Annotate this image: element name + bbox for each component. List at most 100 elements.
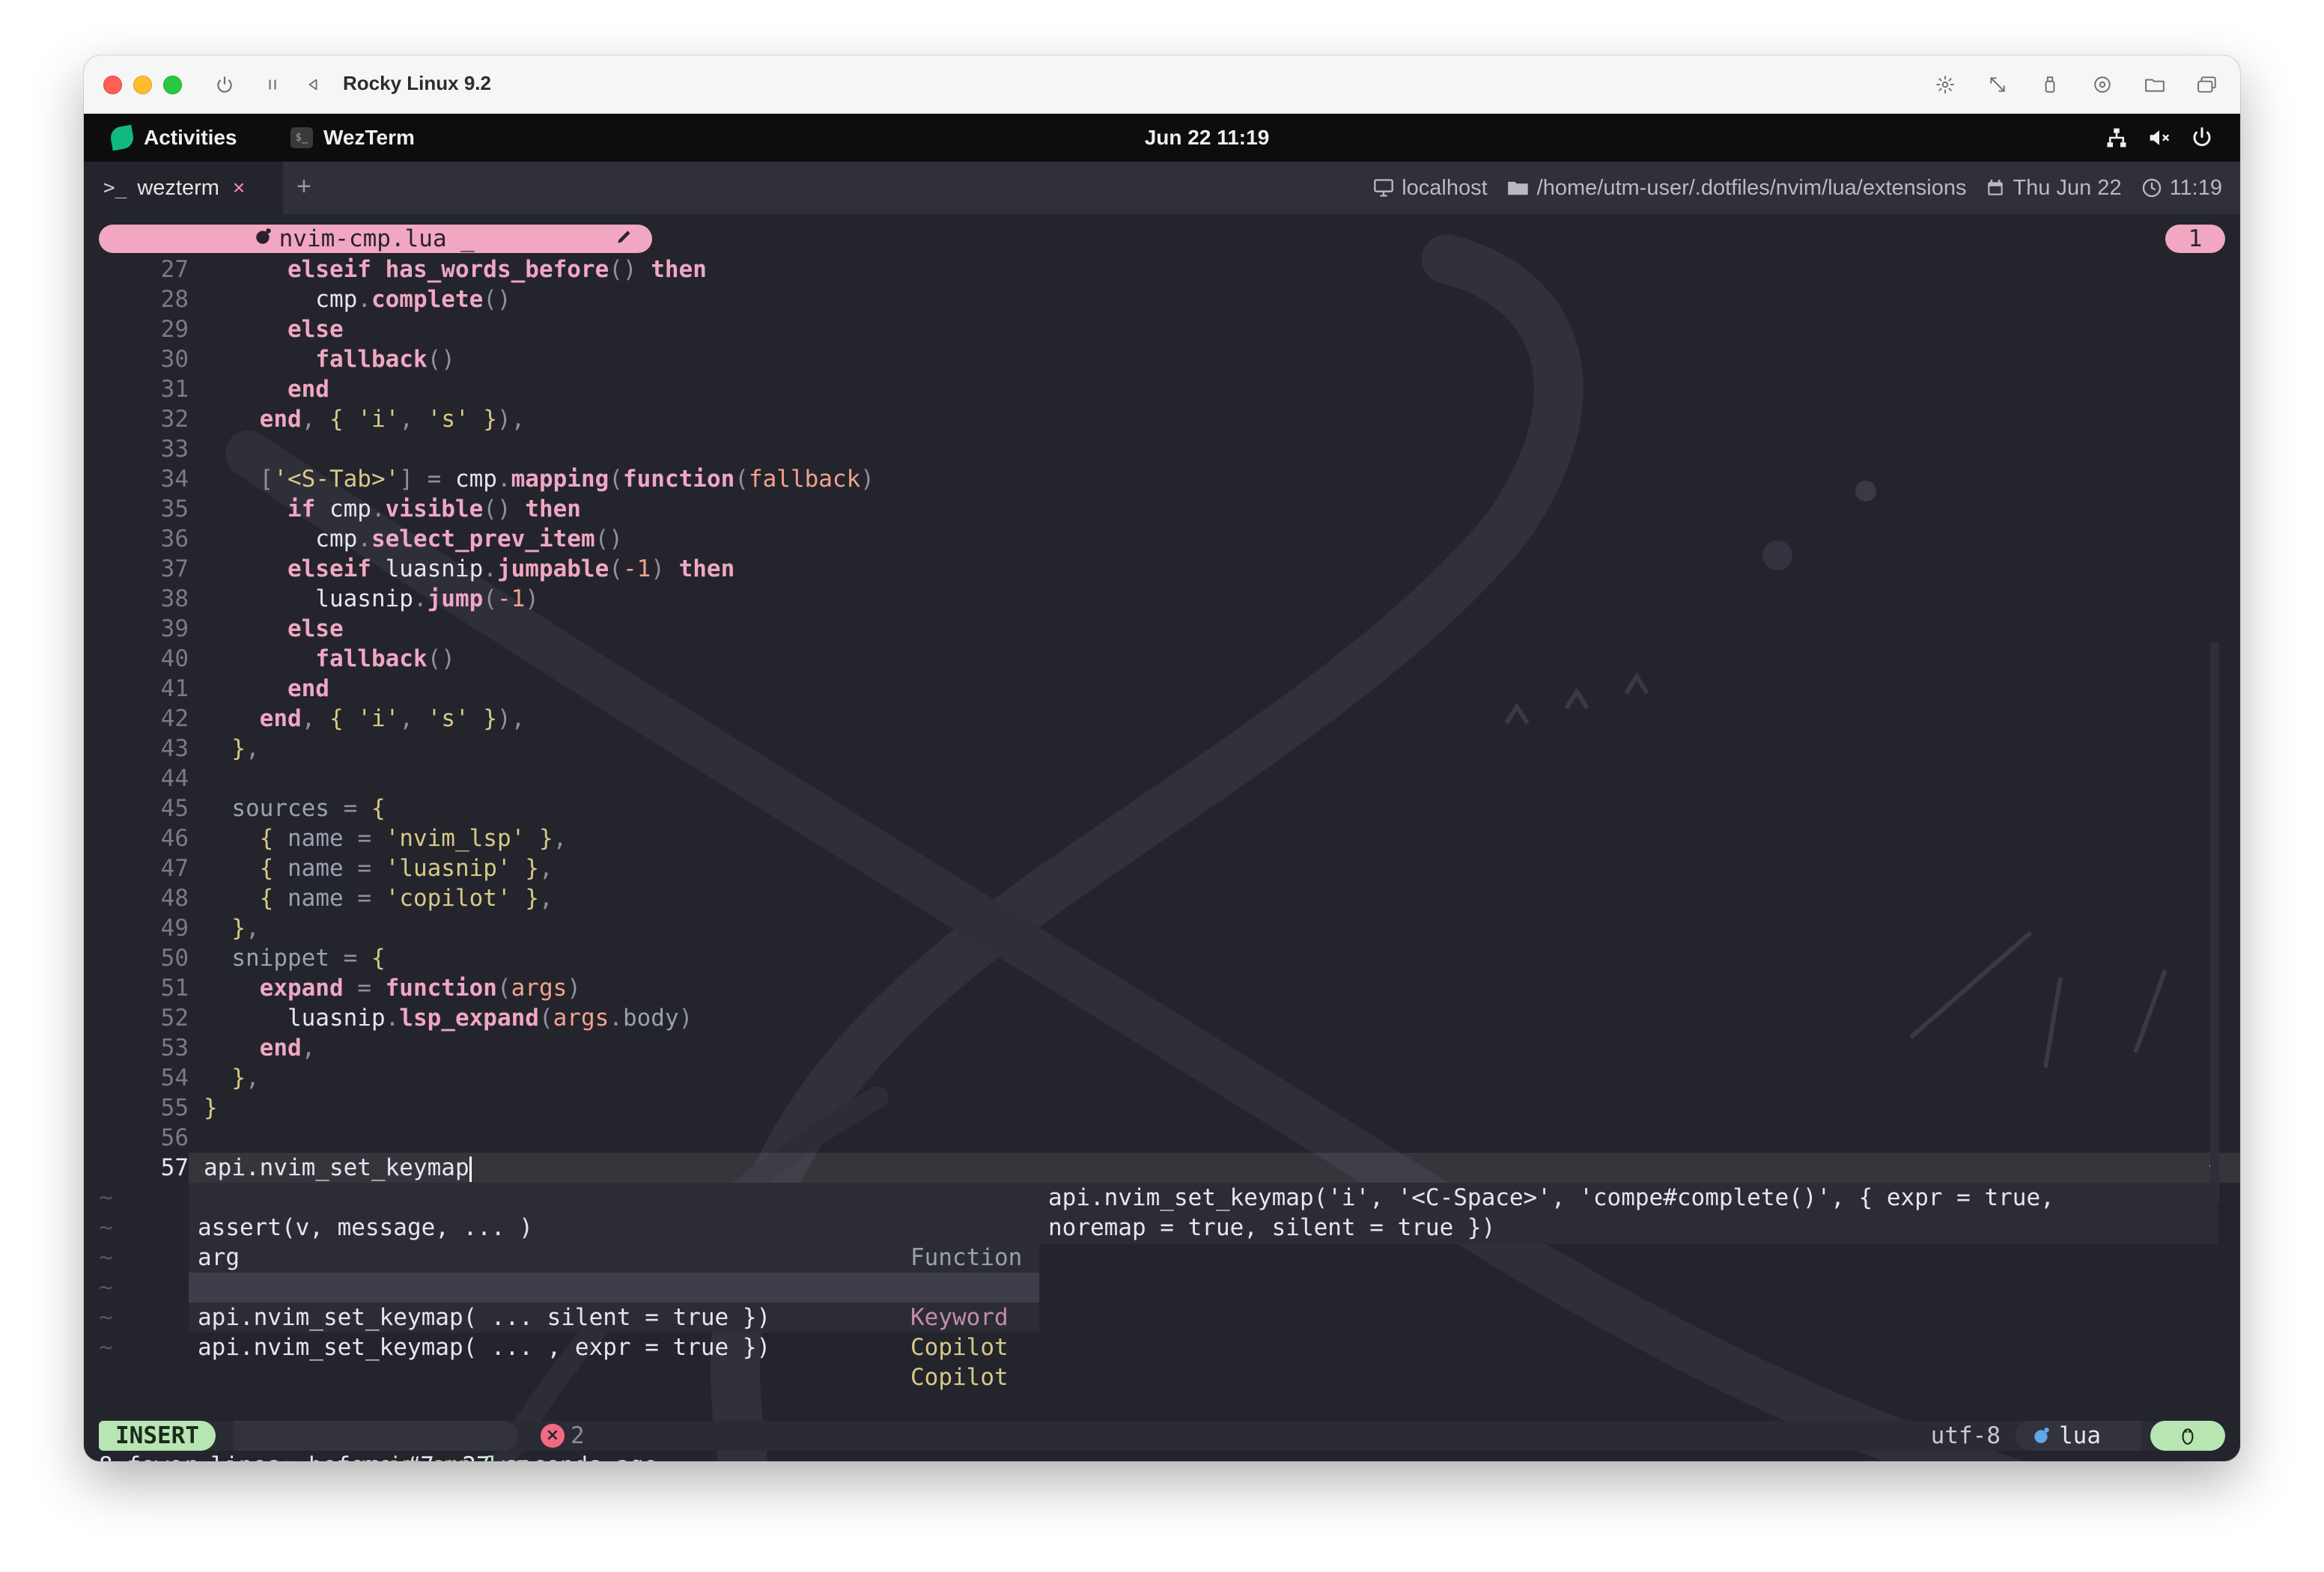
code-line-55: 55}	[160, 1094, 218, 1121]
code-line-34: 34 ['<S-Tab>'] = cmp.mapping(function(fa…	[160, 466, 874, 493]
utm-titlebar: Rocky Linux 9.2	[84, 55, 2240, 114]
error-count: 2	[571, 1422, 585, 1449]
error-icon: ×	[541, 1424, 565, 1448]
scrollbar[interactable]	[2210, 642, 2219, 1204]
diagnostics-segment[interactable]: × 2	[541, 1421, 585, 1451]
text-cursor	[469, 1156, 472, 1182]
code-line-40: 40 fallback()	[160, 645, 455, 672]
code-line-46: 46 { name = 'nvim_lsp' },	[160, 825, 568, 852]
window-title: Rocky Linux 9.2	[343, 72, 491, 94]
computer-icon	[1374, 179, 1394, 197]
code-line-45: 45 sources = {	[160, 795, 386, 822]
app-name: WezTerm	[323, 126, 415, 149]
window-count-badge: 1	[2165, 225, 2225, 253]
pause-icon[interactable]	[258, 70, 288, 99]
winbar: nvim-cmp.lua _	[99, 225, 652, 253]
power-icon[interactable]	[210, 70, 240, 99]
mode-indicator: INSERT	[99, 1421, 216, 1451]
code-line-57[interactable]: 57 api.nvim_set_keymap	[99, 1153, 472, 1183]
completion-item[interactable]: and Keyword	[189, 1243, 1039, 1331]
clock-icon	[2142, 178, 2161, 198]
code-line-30: 30 fallback()	[160, 346, 455, 373]
completion-word: api.nvim_set_keymap( ... , expr = true }…	[198, 1334, 771, 1361]
time-label: 11:19	[2169, 175, 2222, 200]
current-directory: /home/utm-user/.dotfiles/nvim/lua/extens…	[1536, 175, 1967, 200]
command-line-message: 8 fewer lines; before #7 27 seconds ago	[99, 1451, 658, 1461]
tab-wezterm[interactable]: >_ wezterm ×	[84, 162, 283, 214]
filetype-segment: lua	[2016, 1421, 2141, 1451]
code-line-27: 27 elseif has_words_before() then	[160, 256, 707, 283]
linux-tux-icon	[2150, 1421, 2225, 1451]
utm-window: Rocky Linux 9.2 Activities $_ WezTerm Ju…	[84, 55, 2240, 1461]
activities-button[interactable]: Activities	[109, 114, 237, 162]
gnome-clock[interactable]: Jun 22 11:19	[1095, 114, 1319, 162]
usb-icon[interactable]	[2034, 70, 2066, 99]
new-tab-button[interactable]: +	[296, 172, 311, 201]
rocky-logo-icon	[109, 124, 136, 151]
calendar-icon	[1988, 180, 2004, 195]
current-line-highlight	[189, 1153, 2240, 1183]
code-line-42: 42 end, { 'i', 's' }),	[160, 705, 526, 732]
empty-line-tilde: ~	[99, 1334, 113, 1361]
resize-icon[interactable]	[1981, 70, 2014, 99]
close-tab-button[interactable]: ×	[233, 176, 245, 200]
network-icon[interactable]	[2105, 114, 2128, 162]
app-menu[interactable]: $_ WezTerm	[290, 114, 415, 162]
brightness-icon[interactable]	[1929, 70, 1962, 99]
code-line-56: 56	[160, 1124, 189, 1151]
date-segment: Thu Jun 22	[1986, 175, 2122, 201]
wezterm-tab-bar: >_ wezterm × + localhost /home/utm-user/…	[84, 162, 2240, 214]
code-line-31: 31 end	[160, 376, 329, 403]
code-line-51: 51 expand = function(args)	[160, 975, 581, 1002]
wezterm-app-icon: $_	[290, 127, 313, 148]
shared-folder-icon[interactable]	[2138, 70, 2171, 99]
code-line-52: 52 luasnip.lsp_expand(args.body)	[160, 1005, 693, 1032]
empty-line-tilde: ~	[99, 1184, 113, 1211]
date-label: Thu Jun 22	[2013, 175, 2122, 200]
completion-kind: Copilot	[910, 1334, 1009, 1361]
drive-icon[interactable]	[2086, 70, 2119, 99]
empty-line-tilde: ~	[99, 1304, 113, 1331]
back-icon[interactable]	[298, 70, 328, 99]
completion-item-selected[interactable]: api.nvim_set_keymap( ... silent = true }…	[189, 1273, 1039, 1361]
completion-item[interactable]: assert(v, message, ... ) Function	[189, 1183, 1039, 1271]
tab-title: wezterm	[137, 175, 219, 200]
empty-line-tilde: ~	[99, 1274, 113, 1301]
tab-bar-status: localhost /home/utm-user/.dotfiles/nvim/…	[1373, 162, 2222, 214]
completion-menu[interactable]: assert(v, message, ... ) Function arg Fi…	[189, 1183, 1039, 1391]
terminal-prompt-icon: >_	[103, 177, 127, 199]
code-line-44: 44	[160, 765, 189, 792]
volume-muted-icon[interactable]	[2147, 114, 2171, 162]
cwd-segment: /home/utm-user/.dotfiles/nvim/lua/extens…	[1507, 175, 1967, 201]
completion-kind: Copilot	[910, 1364, 1009, 1391]
code-line-32: 32 end, { 'i', 's' }),	[160, 406, 526, 433]
code-line-29: 29 else	[160, 316, 344, 343]
code-line-36: 36 cmp.select_prev_item()	[160, 525, 623, 552]
completion-item[interactable]: api.nvim_set_keymap( ... , expr = true }…	[189, 1303, 1039, 1391]
file-encoding: utf-8	[1930, 1422, 2001, 1449]
zoom-window-button[interactable]	[163, 76, 182, 94]
windows-icon[interactable]	[2191, 70, 2224, 99]
code-line-50: 50 snippet = {	[160, 945, 386, 972]
statusline: INSERT nvim-cmp.lua _ × 2 utf-8 lua	[99, 1421, 2225, 1461]
empty-line-tilde: ~	[99, 1244, 113, 1271]
completion-item[interactable]: arg Field	[189, 1213, 1039, 1301]
code-line-43: 43 },	[160, 735, 260, 762]
statusline-file: nvim-cmp.lua _	[234, 1421, 556, 1461]
completion-docs-window: api.nvim_set_keymap('i', '<C-Space>', 'c…	[1039, 1183, 2218, 1244]
code-line-33: 33	[160, 436, 189, 463]
winbar-filename: nvim-cmp.lua	[279, 225, 447, 252]
power-menu-icon[interactable]	[2191, 114, 2213, 162]
close-window-button[interactable]	[103, 76, 122, 94]
empty-line-tilde: ~	[99, 1214, 113, 1241]
code-line-37: 37 elseif luasnip.jumpable(-1) then	[160, 555, 735, 582]
winbar-modified-marker: _	[446, 225, 475, 252]
winbar-file-pill[interactable]: nvim-cmp.lua _	[99, 225, 652, 253]
terminal-pane[interactable]: nvim-cmp.lua _ 1 27 elseif has_words_bef…	[84, 214, 2240, 1461]
code-line-54: 54 },	[160, 1064, 260, 1091]
docs-line-1: api.nvim_set_keymap('i', '<C-Space>', 'c…	[1048, 1184, 2054, 1211]
minimize-window-button[interactable]	[133, 76, 152, 94]
code-line-38: 38 luasnip.jump(-1)	[160, 585, 539, 612]
code-line-35: 35 if cmp.visible() then	[160, 496, 581, 523]
hostname: localhost	[1402, 175, 1488, 200]
